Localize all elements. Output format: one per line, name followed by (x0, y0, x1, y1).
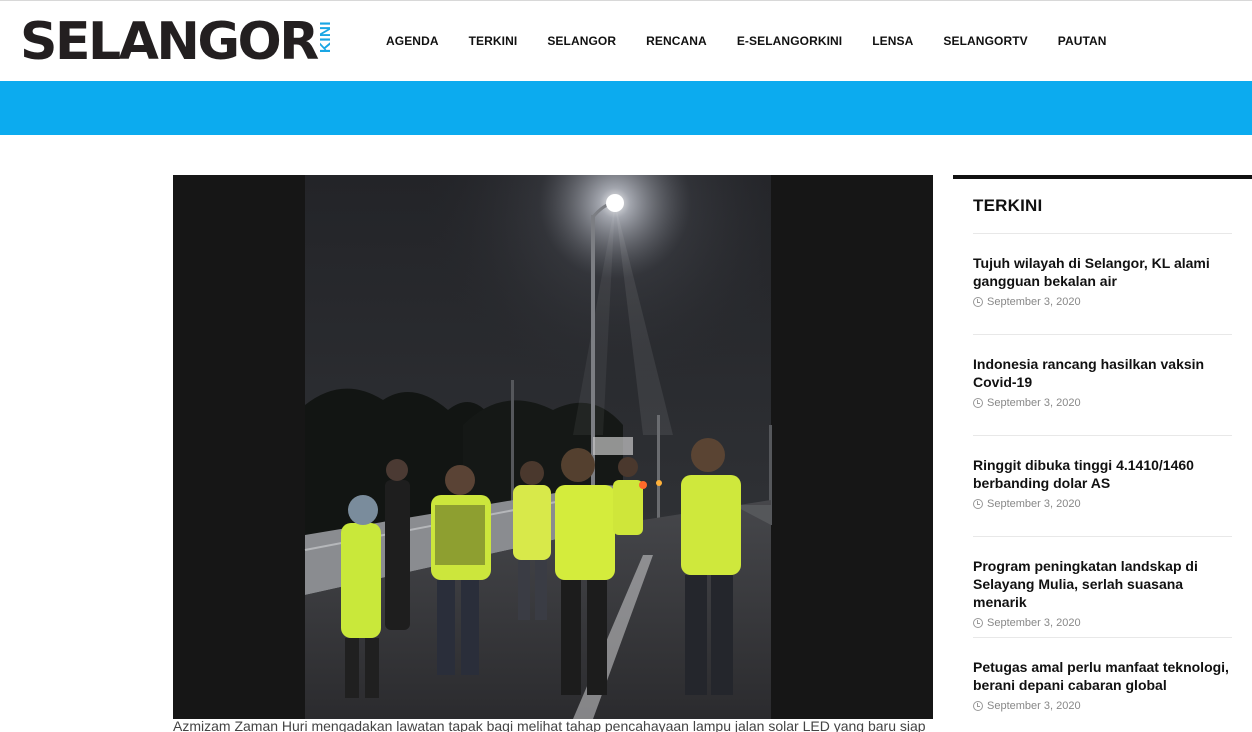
news-item-date-text: September 3, 2020 (987, 700, 1081, 712)
nav-pautan[interactable]: PAUTAN (1043, 34, 1122, 48)
nav-agenda[interactable]: AGENDA (371, 34, 454, 48)
news-item-date: September 3, 2020 (973, 296, 1232, 308)
news-item-date-text: September 3, 2020 (987, 397, 1081, 409)
clock-icon (973, 499, 983, 509)
logo-wordmark: SELANGOR (20, 12, 319, 72)
news-item-date-text: September 3, 2020 (987, 617, 1081, 629)
logo-kini-tag: KINI (316, 21, 334, 53)
site-header: SELANGOR KINI AGENDA TERKINI SELANGOR RE… (0, 1, 1252, 81)
blue-banner-bar (0, 81, 1252, 135)
sidebar-title: TERKINI (973, 196, 1043, 215)
news-item-title[interactable]: Indonesia rancang hasilkan vaksin Covid-… (973, 355, 1232, 391)
article-photo[interactable] (173, 175, 933, 719)
news-item-date-text: September 3, 2020 (987, 296, 1081, 308)
sidebar-news-list: Tujuh wilayah di Selangor, KL alami gang… (973, 233, 1232, 732)
news-item-date: September 3, 2020 (973, 397, 1232, 409)
photo-caption: Azmizam Zaman Huri mengadakan lawatan ta… (173, 721, 933, 732)
news-item: Tujuh wilayah di Selangor, KL alami gang… (973, 233, 1232, 334)
sidebar-latest: TERKINI Tujuh wilayah di Selangor, KL al… (953, 175, 1252, 732)
news-item: Indonesia rancang hasilkan vaksin Covid-… (973, 334, 1232, 435)
nav-rencana[interactable]: RENCANA (631, 34, 722, 48)
nav-e-selangorkini[interactable]: E-SELANGORKINI (722, 34, 857, 48)
clock-icon (973, 398, 983, 408)
clock-icon (973, 618, 983, 628)
news-item-date: September 3, 2020 (973, 498, 1232, 510)
news-item-title[interactable]: Program peningkatan landskap di Selayang… (973, 557, 1232, 611)
sidebar-divider (953, 175, 1252, 179)
news-item-title[interactable]: Petugas amal perlu manfaat teknologi, be… (973, 658, 1232, 694)
nav-terkini[interactable]: TERKINI (454, 34, 533, 48)
main-nav: AGENDA TERKINI SELANGOR RENCANA E-SELANG… (371, 1, 1122, 81)
news-item-title[interactable]: Tujuh wilayah di Selangor, KL alami gang… (973, 254, 1232, 290)
news-item: Petugas amal perlu manfaat teknologi, be… (973, 637, 1232, 732)
news-item: Ringgit dibuka tinggi 4.1410/1460 berban… (973, 435, 1232, 536)
news-item-date: September 3, 2020 (973, 617, 1232, 629)
news-item-date: September 3, 2020 (973, 700, 1232, 712)
nav-selangor[interactable]: SELANGOR (532, 34, 631, 48)
nav-selangortv[interactable]: SELANGORTV (928, 34, 1042, 48)
clock-icon (973, 701, 983, 711)
news-item: Program peningkatan landskap di Selayang… (973, 536, 1232, 637)
site-logo[interactable]: SELANGOR KINI (20, 12, 334, 72)
news-item-date-text: September 3, 2020 (987, 498, 1081, 510)
clock-icon (973, 297, 983, 307)
night-road-photo-icon (173, 175, 933, 719)
photo-caption-text: Azmizam Zaman Huri mengadakan lawatan ta… (173, 721, 926, 732)
news-item-title[interactable]: Ringgit dibuka tinggi 4.1410/1460 berban… (973, 456, 1232, 492)
nav-lensa[interactable]: LENSA (857, 34, 928, 48)
